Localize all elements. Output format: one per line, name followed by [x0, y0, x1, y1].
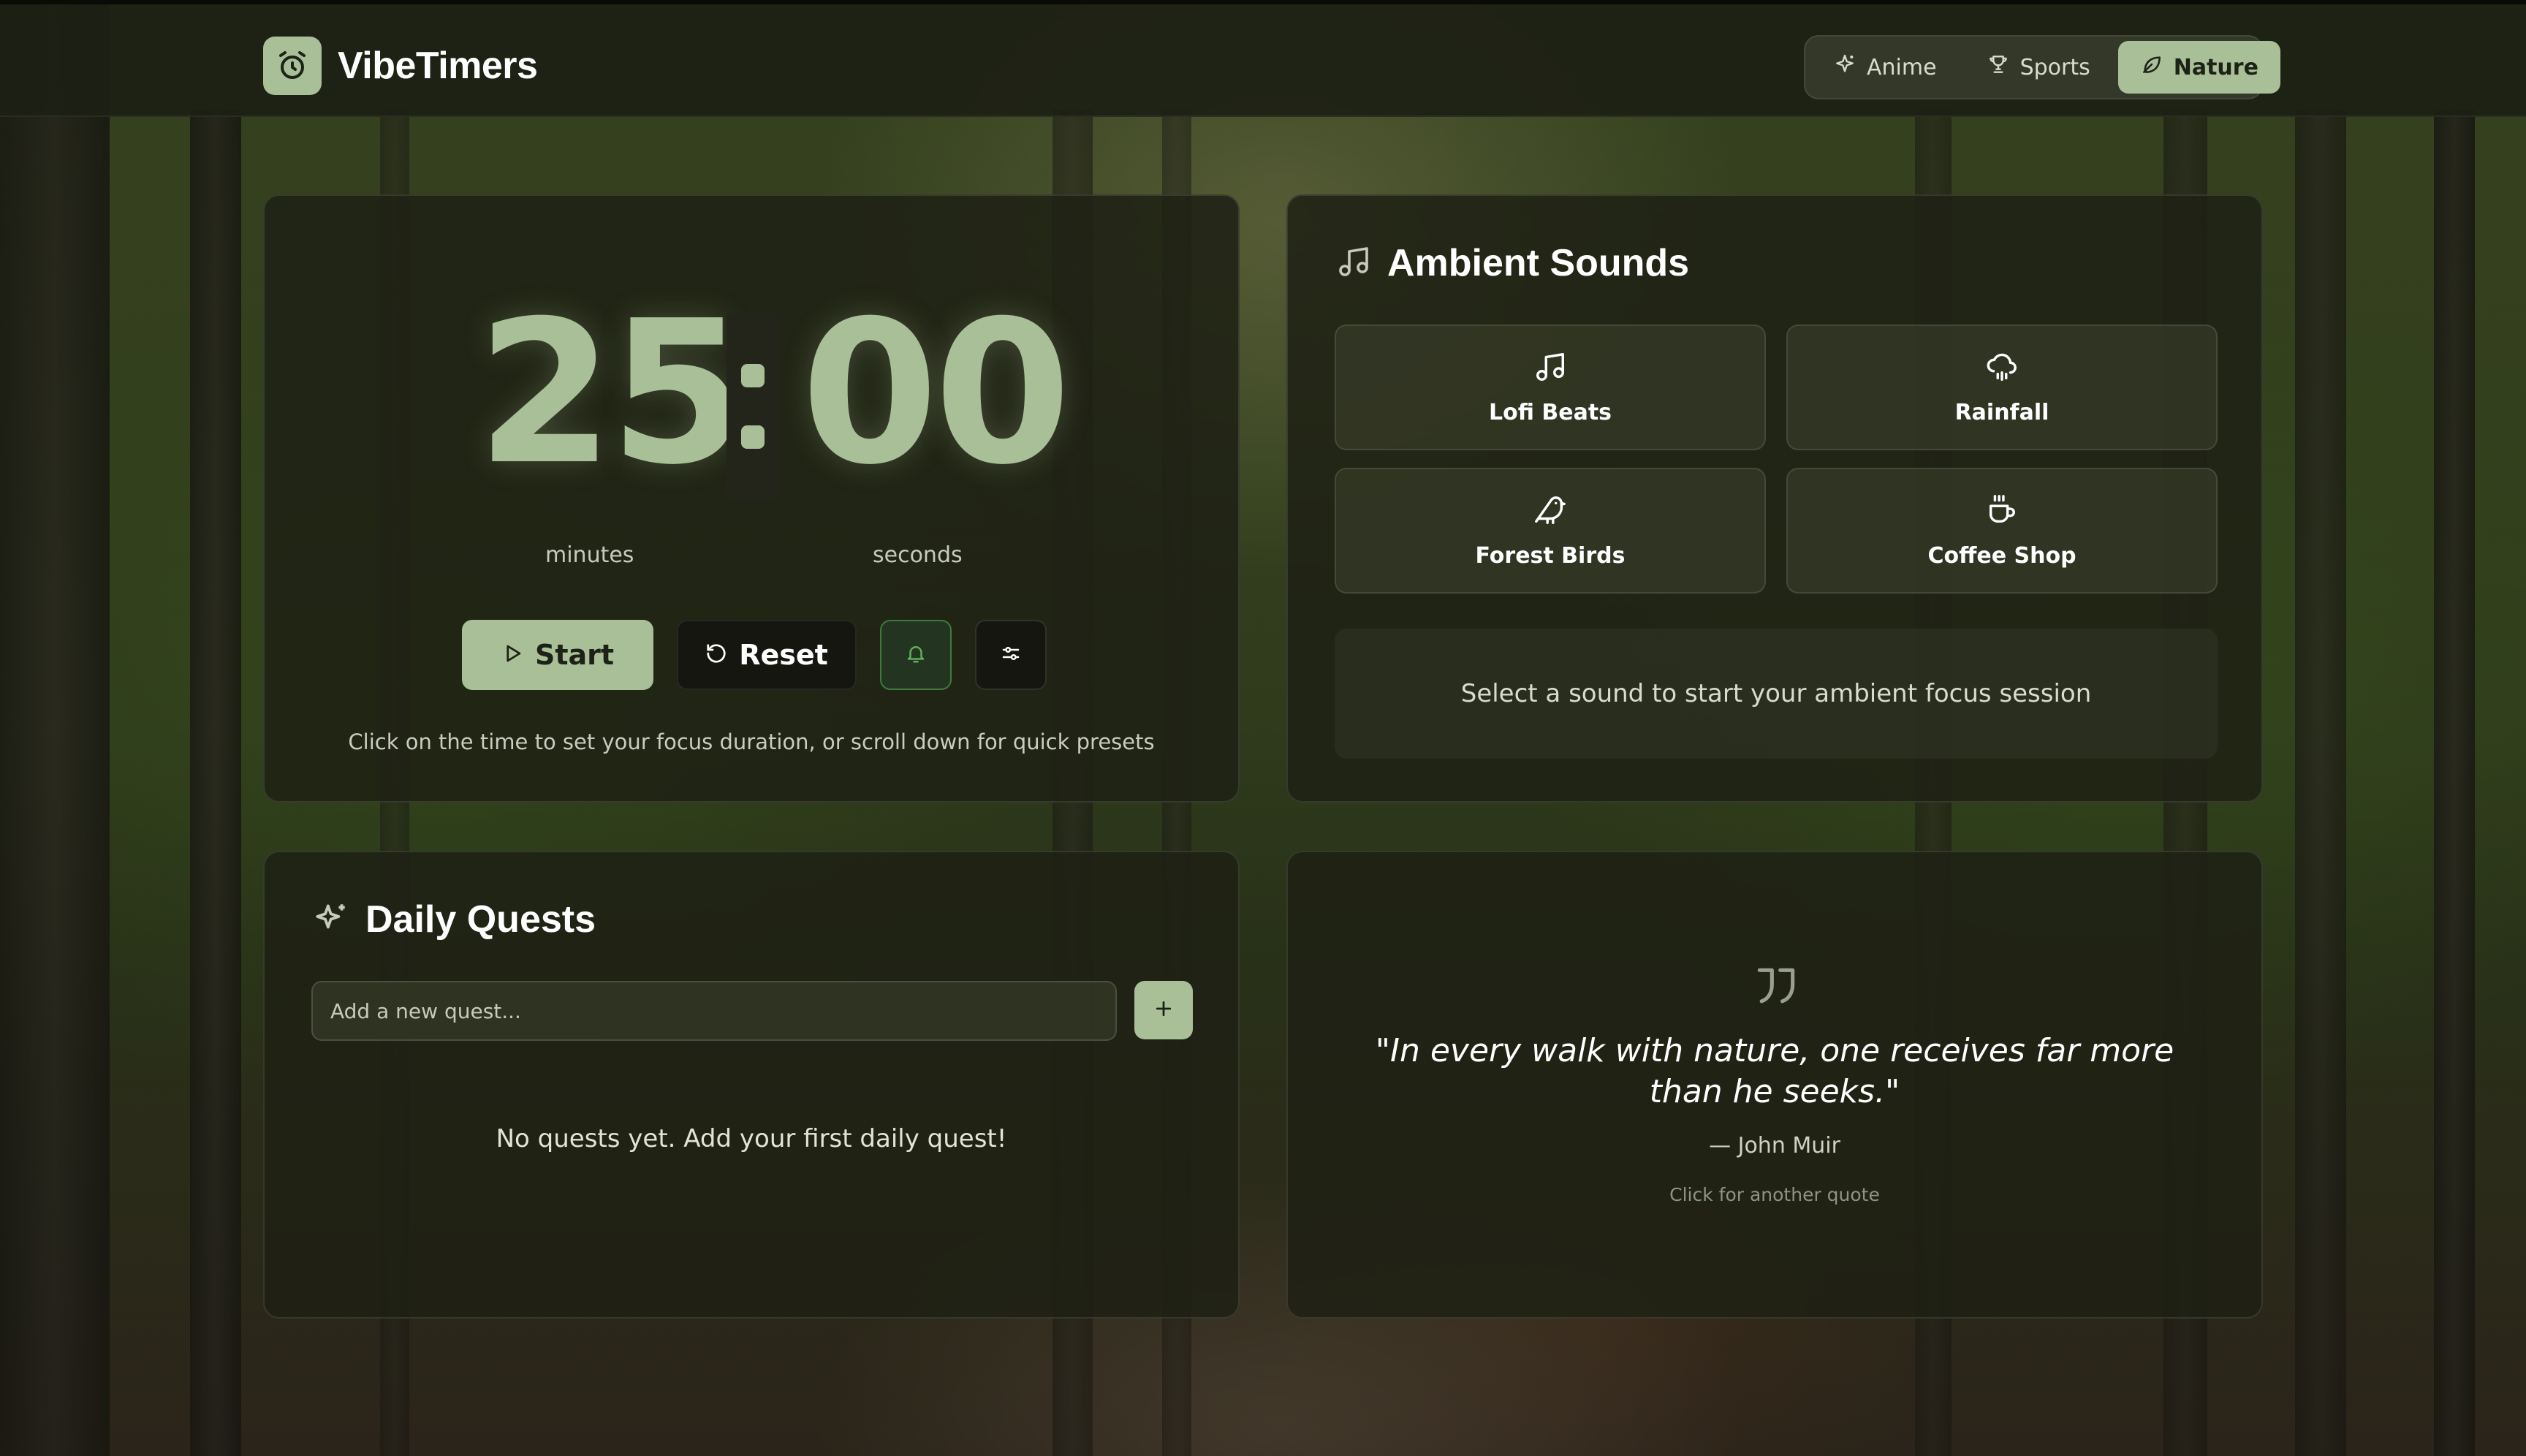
timer-controls: Start Reset: [462, 620, 1047, 690]
top-bar: VibeTimers Anime Sports Nature: [0, 0, 2526, 117]
theme-tab-label: Anime: [1867, 54, 1937, 80]
seconds-label: seconds: [873, 542, 963, 568]
sound-tile-forest-birds[interactable]: Forest Birds: [1335, 468, 1766, 594]
timer-settings-button[interactable]: [975, 620, 1047, 690]
trophy-icon: [1987, 53, 2010, 82]
next-quote-hint[interactable]: Click for another quote: [1288, 1184, 2261, 1205]
theme-tab-nature[interactable]: Nature: [2117, 41, 2280, 94]
alarm-clock-icon: [263, 37, 322, 95]
timer-colon: [727, 313, 779, 500]
ambient-sounds-header: Ambient Sounds: [1336, 241, 1689, 285]
start-button[interactable]: Start: [462, 620, 653, 690]
play-icon: [501, 639, 523, 671]
theme-tab-sports[interactable]: Sports: [1965, 41, 2112, 94]
timer-hint: Click on the time to set your focus dura…: [348, 729, 1155, 754]
timer-minutes[interactable]: 25: [477, 284, 747, 503]
sound-tile-label: Rainfall: [1954, 399, 2049, 425]
bell-icon: [905, 639, 927, 671]
sound-tile-label: Coffee Shop: [1927, 542, 2076, 569]
ambient-sounds-card: Ambient Sounds Lofi Beats Rainfall Fores…: [1286, 194, 2263, 803]
plus-icon: [1153, 998, 1175, 1023]
quest-input-row: [311, 981, 1193, 1041]
sliders-icon: [1000, 639, 1022, 671]
rotate-ccw-icon: [705, 639, 727, 671]
sound-tile-label: Forest Birds: [1475, 542, 1626, 569]
bird-icon: [1533, 493, 1567, 530]
music-note-icon: [1336, 244, 1371, 282]
theme-tab-anime[interactable]: Anime: [1811, 41, 1959, 94]
music-note-icon: [1533, 350, 1567, 387]
theme-tab-label: Nature: [2173, 54, 2258, 80]
quote-text: "In every walk with nature, one receives…: [1375, 1032, 2174, 1110]
sound-tile-lofi-beats[interactable]: Lofi Beats: [1335, 325, 1766, 450]
add-quest-button[interactable]: [1134, 981, 1193, 1039]
daily-quests-header: Daily Quests: [313, 898, 596, 941]
reset-button-label: Reset: [739, 639, 828, 671]
theme-switcher: Anime Sports Nature: [1804, 35, 2280, 99]
leaf-icon: [2140, 53, 2163, 82]
daily-quests-title: Daily Quests: [365, 898, 596, 941]
sound-tile-coffee-shop[interactable]: Coffee Shop: [1786, 468, 2218, 594]
timer-display[interactable]: 25 00: [265, 284, 1238, 503]
minutes-label: minutes: [545, 542, 634, 568]
sound-tile-rainfall[interactable]: Rainfall: [1786, 325, 2218, 450]
timer-card: 25 00 minutes seconds Start Reset Click …: [263, 194, 1240, 803]
quote-icon: [1751, 962, 1801, 1015]
sound-status-message: Select a sound to start your ambient foc…: [1335, 629, 2218, 759]
theme-tab-label: Sports: [2019, 54, 2090, 80]
brand[interactable]: VibeTimers: [263, 37, 538, 95]
new-quest-input[interactable]: [311, 981, 1117, 1041]
app-name: VibeTimers: [338, 45, 538, 87]
cloud-rain-icon: [1985, 350, 2019, 387]
daily-quests-card: Daily Quests No quests yet. Add your fir…: [263, 851, 1240, 1319]
coffee-cup-icon: [1985, 493, 2019, 530]
notification-toggle-button[interactable]: [880, 620, 952, 690]
quests-empty-state: No quests yet. Add your first daily ques…: [496, 1124, 1007, 1153]
quote-author: — John Muir: [1709, 1133, 1840, 1159]
sound-grid: Lofi Beats Rainfall Forest Birds Coffee …: [1335, 325, 2218, 594]
quote-card[interactable]: "In every walk with nature, one receives…: [1286, 851, 2263, 1319]
reset-button[interactable]: Reset: [677, 620, 857, 690]
ambient-sounds-title: Ambient Sounds: [1387, 242, 1690, 284]
timer-seconds[interactable]: 00: [801, 284, 1072, 503]
sparkle-icon: [313, 900, 349, 939]
sound-tile-label: Lofi Beats: [1488, 399, 1612, 425]
sparkle-icon: [1833, 53, 1856, 82]
start-button-label: Start: [534, 639, 615, 671]
